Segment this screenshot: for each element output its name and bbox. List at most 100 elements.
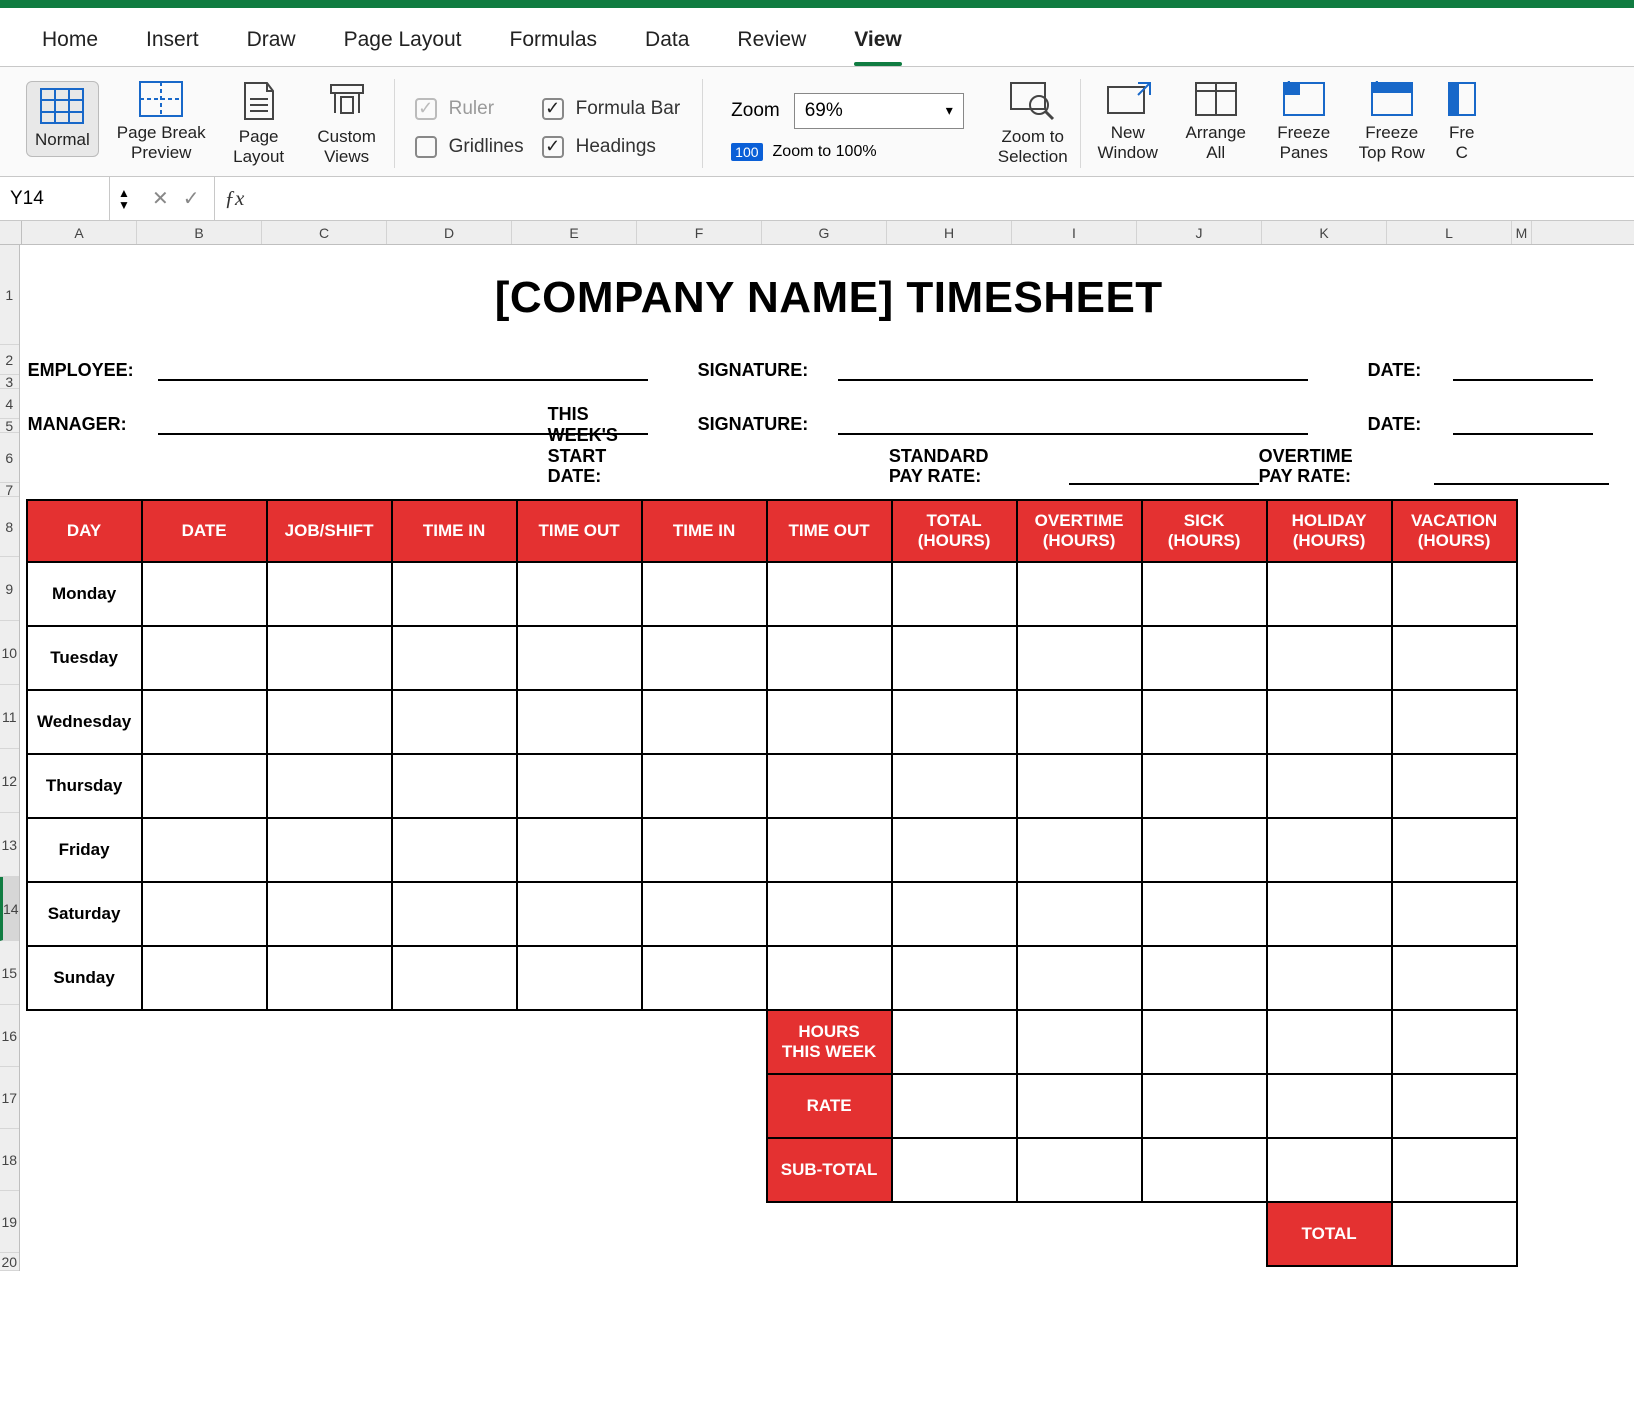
col-header-G[interactable]: G bbox=[762, 221, 887, 244]
cell[interactable] bbox=[267, 818, 392, 882]
cell[interactable] bbox=[1392, 1202, 1517, 1266]
cell[interactable] bbox=[1017, 690, 1142, 754]
col-header-J[interactable]: J bbox=[1137, 221, 1262, 244]
col-header-E[interactable]: E bbox=[512, 221, 637, 244]
cell[interactable] bbox=[392, 626, 517, 690]
cell[interactable] bbox=[892, 818, 1017, 882]
cell[interactable] bbox=[892, 1138, 1017, 1202]
cell[interactable] bbox=[267, 882, 392, 946]
cell[interactable] bbox=[642, 946, 767, 1010]
cell[interactable] bbox=[517, 882, 642, 946]
cell[interactable] bbox=[892, 946, 1017, 1010]
row-header-18[interactable]: 18 bbox=[0, 1129, 19, 1191]
cell[interactable] bbox=[642, 690, 767, 754]
cell[interactable] bbox=[392, 690, 517, 754]
tab-formulas[interactable]: Formulas bbox=[486, 18, 622, 62]
cell[interactable] bbox=[1267, 946, 1392, 1010]
cell[interactable] bbox=[767, 626, 892, 690]
cell[interactable] bbox=[1017, 626, 1142, 690]
cell[interactable] bbox=[1017, 1010, 1142, 1074]
cell[interactable] bbox=[892, 562, 1017, 626]
cell[interactable] bbox=[642, 562, 767, 626]
cell[interactable] bbox=[1017, 562, 1142, 626]
name-box[interactable]: Y14 bbox=[0, 177, 110, 220]
freeze-panes-button[interactable]: ✱ Freeze Panes bbox=[1269, 81, 1339, 162]
formula-input[interactable] bbox=[254, 177, 1634, 220]
row-header-14[interactable]: 14 bbox=[0, 877, 19, 941]
cell[interactable] bbox=[642, 882, 767, 946]
row-header-19[interactable]: 19 bbox=[0, 1191, 19, 1253]
row-header-16[interactable]: 16 bbox=[0, 1005, 19, 1067]
cell[interactable] bbox=[1267, 1074, 1392, 1138]
cell[interactable] bbox=[1392, 1010, 1517, 1074]
page-layout-button[interactable]: Page Layout bbox=[224, 81, 294, 166]
enter-icon[interactable]: ✓ bbox=[183, 186, 200, 211]
row-header-10[interactable]: 10 bbox=[0, 621, 19, 685]
cell[interactable] bbox=[142, 946, 267, 1010]
cell[interactable] bbox=[142, 818, 267, 882]
gridlines-checkbox[interactable]: Gridlines bbox=[415, 136, 524, 158]
cell[interactable] bbox=[142, 882, 267, 946]
tab-review[interactable]: Review bbox=[713, 18, 830, 62]
cell[interactable] bbox=[767, 562, 892, 626]
cell[interactable] bbox=[1267, 1010, 1392, 1074]
freeze-first-column-button[interactable]: Fre C bbox=[1445, 81, 1479, 162]
cell[interactable] bbox=[1267, 818, 1392, 882]
formula-bar-checkbox[interactable]: ✓Formula Bar bbox=[542, 98, 681, 120]
cell[interactable] bbox=[1267, 626, 1392, 690]
select-all-corner[interactable] bbox=[0, 221, 22, 244]
cell[interactable] bbox=[1267, 690, 1392, 754]
cell[interactable] bbox=[642, 818, 767, 882]
row-header-4[interactable]: 4 bbox=[0, 389, 19, 419]
cell[interactable] bbox=[267, 562, 392, 626]
col-header-B[interactable]: B bbox=[137, 221, 262, 244]
name-box-stepper[interactable]: ▲▼ bbox=[110, 187, 138, 211]
row-header-11[interactable]: 11 bbox=[0, 685, 19, 749]
cell[interactable] bbox=[1392, 882, 1517, 946]
cell[interactable] bbox=[1392, 754, 1517, 818]
row-header-7[interactable]: 7 bbox=[0, 483, 19, 497]
cell[interactable] bbox=[142, 690, 267, 754]
cell[interactable] bbox=[392, 882, 517, 946]
cell[interactable] bbox=[392, 562, 517, 626]
cell[interactable] bbox=[767, 882, 892, 946]
col-header-D[interactable]: D bbox=[387, 221, 512, 244]
col-header-L[interactable]: L bbox=[1387, 221, 1512, 244]
table-row[interactable]: Friday bbox=[27, 818, 1517, 882]
tab-draw[interactable]: Draw bbox=[223, 18, 320, 62]
table-row[interactable]: Saturday bbox=[27, 882, 1517, 946]
cell[interactable] bbox=[1017, 754, 1142, 818]
cell[interactable] bbox=[1142, 1010, 1267, 1074]
cell[interactable] bbox=[892, 1074, 1017, 1138]
cell[interactable] bbox=[1392, 690, 1517, 754]
cell[interactable] bbox=[1017, 1074, 1142, 1138]
cell[interactable] bbox=[517, 946, 642, 1010]
cell[interactable] bbox=[1392, 562, 1517, 626]
cell[interactable] bbox=[1142, 754, 1267, 818]
cell[interactable] bbox=[642, 626, 767, 690]
cell[interactable] bbox=[392, 946, 517, 1010]
col-header-K[interactable]: K bbox=[1262, 221, 1387, 244]
cell[interactable] bbox=[1267, 562, 1392, 626]
cell[interactable] bbox=[392, 818, 517, 882]
cell[interactable] bbox=[767, 754, 892, 818]
cell[interactable] bbox=[892, 626, 1017, 690]
col-header-I[interactable]: I bbox=[1012, 221, 1137, 244]
cell[interactable] bbox=[1017, 1138, 1142, 1202]
table-row[interactable]: Monday bbox=[27, 562, 1517, 626]
row-headers[interactable]: 1234567891011121314151617181920 bbox=[0, 245, 20, 1271]
cell[interactable] bbox=[1142, 626, 1267, 690]
row-header-3[interactable]: 3 bbox=[0, 375, 19, 389]
cell[interactable] bbox=[1142, 818, 1267, 882]
tab-view[interactable]: View bbox=[830, 18, 925, 62]
cell[interactable] bbox=[142, 626, 267, 690]
cell[interactable] bbox=[1392, 818, 1517, 882]
cell[interactable] bbox=[392, 754, 517, 818]
arrange-all-button[interactable]: Arrange All bbox=[1181, 81, 1251, 162]
cell[interactable] bbox=[1267, 754, 1392, 818]
cell[interactable] bbox=[1392, 1138, 1517, 1202]
col-header-F[interactable]: F bbox=[637, 221, 762, 244]
cell[interactable] bbox=[767, 818, 892, 882]
timesheet-table[interactable]: DAYDATEJOB/SHIFTTIME INTIME OUTTIME INTI… bbox=[26, 499, 1518, 1267]
cell[interactable] bbox=[1142, 946, 1267, 1010]
